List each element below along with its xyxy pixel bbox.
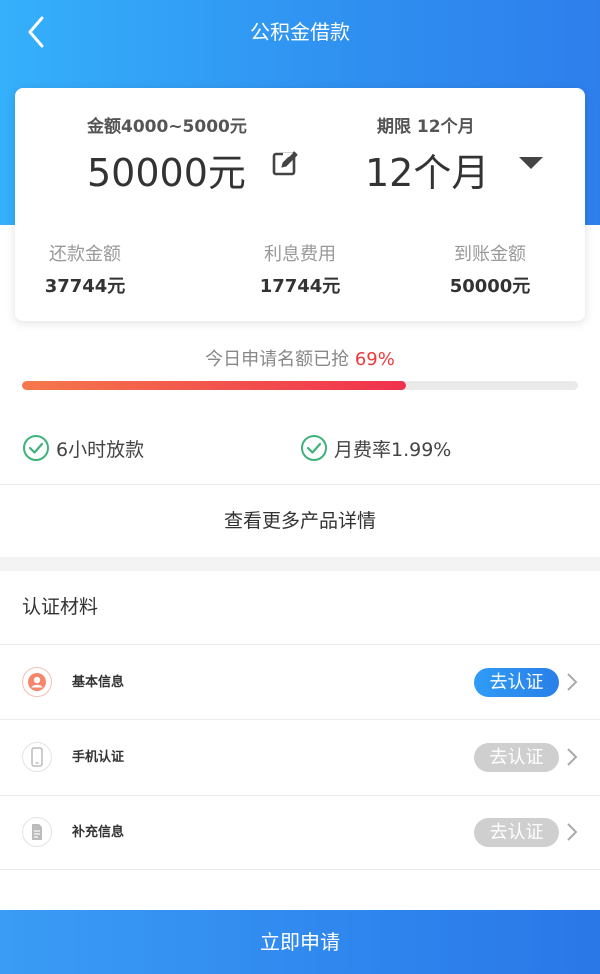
section-separator — [0, 557, 600, 571]
amount-range-label: 金额4000~5000元 — [87, 117, 247, 137]
divider — [0, 869, 600, 870]
verify-button[interactable]: 去认证 — [474, 818, 559, 847]
chevron-left-icon — [28, 16, 44, 48]
phone-icon — [22, 742, 52, 772]
certification-section-title: 认证材料 — [22, 596, 99, 618]
edit-amount-button[interactable] — [271, 148, 301, 178]
verify-button[interactable]: 去认证 — [474, 668, 559, 697]
stat-label: 还款金额 — [49, 244, 121, 265]
quota-percent: 69% — [354, 349, 395, 370]
apply-now-button[interactable]: 立即申请 — [0, 910, 600, 974]
check-circle-icon — [301, 435, 327, 461]
feature-monthly-rate: 月费率1.99% — [300, 433, 451, 463]
term-select[interactable]: 12个月 — [365, 142, 489, 197]
verify-button[interactable]: 去认证 — [474, 743, 559, 772]
stat-label: 利息费用 — [264, 244, 336, 265]
page-title: 公积金借款 — [250, 20, 350, 44]
chevron-right-icon — [567, 748, 578, 766]
cert-item-supplementary[interactable]: 补充信息 去认证 — [0, 795, 600, 870]
cert-item-label: 手机认证 — [72, 750, 125, 765]
back-button[interactable] — [20, 14, 54, 50]
cert-item-label: 补充信息 — [72, 825, 125, 840]
term-dropdown-button[interactable] — [516, 154, 546, 172]
stat-label: 到账金额 — [454, 244, 526, 265]
edit-icon — [272, 151, 298, 176]
stat-value: 17744元 — [259, 276, 341, 297]
feature-label: 月费率1.99% — [334, 438, 452, 461]
amount-value[interactable]: 50000元 — [87, 142, 246, 197]
stat-received: 到账金额 50000元 — [400, 240, 580, 298]
stat-value: 50000元 — [449, 276, 531, 297]
stat-value: 37744元 — [44, 276, 126, 297]
quota-label: 今日申请名额已抢 — [205, 349, 350, 370]
stat-repayment: 还款金额 37744元 — [0, 240, 175, 298]
term-label: 期限 12个月 — [377, 117, 475, 137]
more-product-details-link[interactable]: 查看更多产品详情 — [0, 485, 600, 557]
user-icon — [22, 667, 52, 697]
feature-fast-payout: 6小时放款 — [22, 433, 144, 463]
stat-interest: 利息费用 17744元 — [210, 240, 390, 298]
chevron-right-icon — [567, 823, 578, 841]
feature-label: 6小时放款 — [56, 438, 145, 461]
cert-item-phone[interactable]: 手机认证 去认证 — [0, 720, 600, 795]
quota-progress-fill — [22, 381, 406, 390]
quota-progress-bar — [22, 381, 578, 390]
check-circle-icon — [23, 435, 49, 461]
chevron-right-icon — [567, 673, 578, 691]
cert-item-label: 基本信息 — [72, 675, 125, 690]
quota-text: 今日申请名额已抢 69% — [0, 345, 600, 371]
caret-down-icon — [519, 157, 543, 169]
loan-summary-card: 金额4000~5000元 50000元 期限 12个月 12个月 还款金额 37… — [15, 88, 585, 321]
document-icon — [22, 817, 52, 847]
cert-item-basic-info[interactable]: 基本信息 去认证 — [0, 645, 600, 720]
